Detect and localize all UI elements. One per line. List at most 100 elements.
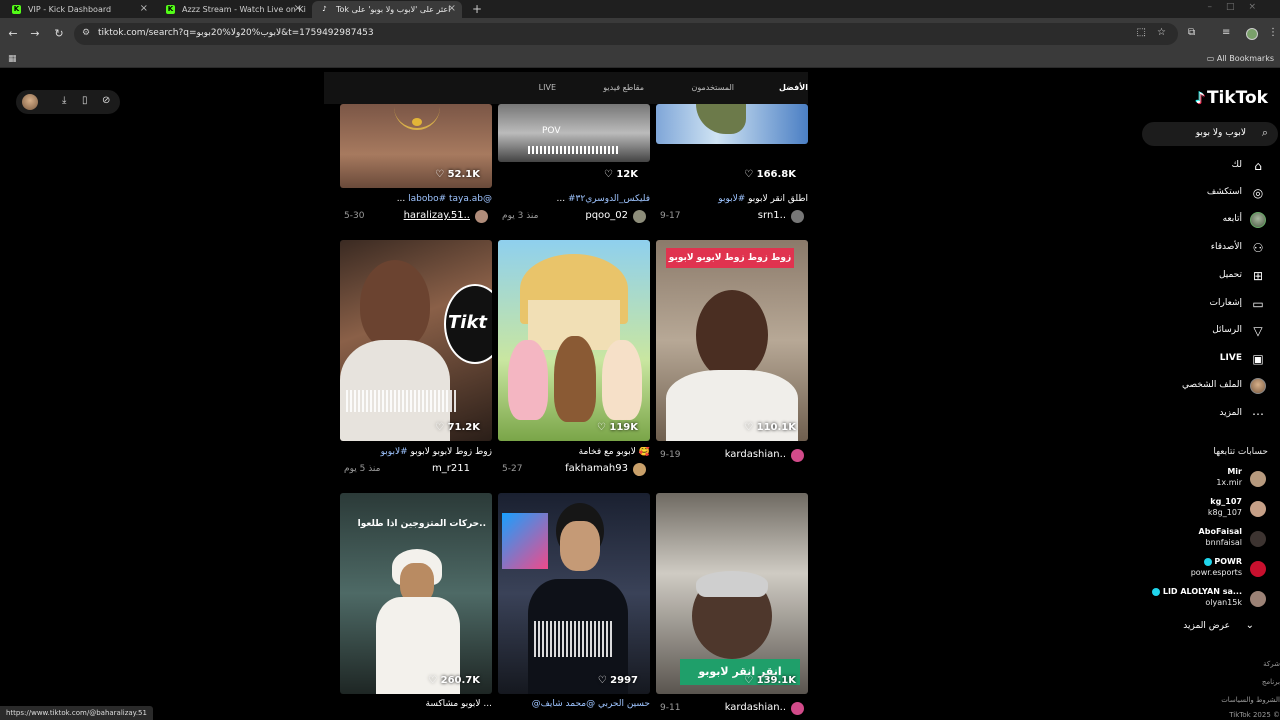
caption-hashtag[interactable]: labobo# taya.ab@ (408, 194, 492, 204)
extensions-icon[interactable]: ⧉ (1188, 27, 1195, 38)
sidebar-item-upload[interactable]: تحميل ⊞ (1128, 267, 1268, 287)
tab-users[interactable]: المستخدمون (692, 83, 735, 92)
download-icon[interactable]: ⤓ (62, 95, 66, 106)
site-info-icon[interactable]: ⚙ (82, 28, 90, 38)
caption-text: لابوبو مع فخامة 🥰 (578, 447, 650, 457)
video-card[interactable]: POV (498, 104, 650, 162)
sidebar-item-live[interactable]: LIVE ▣ (1128, 350, 1268, 370)
user-avatar[interactable] (791, 210, 804, 223)
video-caption[interactable]: زوط زوط لابوبو لابوبو #لابوبو (340, 447, 492, 457)
followed-account[interactable]: AboFaisal bnnfaisal (1128, 527, 1268, 551)
footer-link[interactable]: برنامج (1220, 678, 1280, 686)
tiktok-logo[interactable]: ♪ TikTok (1195, 88, 1268, 108)
avatar[interactable] (22, 94, 38, 110)
account-name: POWR (1203, 557, 1242, 566)
install-icon[interactable]: ⬚ (1137, 27, 1146, 38)
video-meta: 5-27 fakhamah93 (498, 463, 650, 477)
video-card[interactable]: ♡ 119K (498, 240, 650, 441)
followed-account[interactable]: LID ALOLYAN sa... olyan15k (1128, 587, 1268, 611)
video-caption[interactable]: ... labobo# taya.ab@ (340, 194, 492, 204)
video-card-bottom[interactable]: ♡ 166.8K (656, 144, 808, 188)
phone-icon[interactable]: ▯ (82, 95, 88, 106)
following-accounts-header: حسابات تتابعها (1213, 447, 1268, 457)
reload-icon[interactable]: ↻ (52, 27, 66, 41)
video-username[interactable]: srn1.. (758, 210, 786, 221)
footer-link[interactable]: شركة (1220, 660, 1280, 668)
apps-grid-icon[interactable]: ▦ (8, 54, 17, 64)
video-card[interactable]: ♡ 52.1K (340, 104, 492, 188)
tab-top[interactable]: الأفضل (779, 83, 808, 92)
video-username[interactable]: kardashian.. (725, 702, 786, 713)
sidebar-item-more[interactable]: المزيد ⋯ (1128, 405, 1268, 425)
account-name: Mir (1227, 467, 1242, 476)
search-input[interactable]: لابوب ولا بوبو ⌕ (1142, 122, 1278, 146)
sidebar-item-notifications[interactable]: إشعارات ▭ (1128, 295, 1268, 315)
user-avatar[interactable] (791, 449, 804, 462)
bookmark-star-icon[interactable]: ☆ (1157, 27, 1166, 38)
user-avatar[interactable] (475, 210, 488, 223)
sidebar-item-friends[interactable]: الأصدقاء ⚇ (1128, 239, 1268, 259)
address-bar[interactable]: ⚙ tiktok.com/search?q=لابوب%20ولا%20بوبو… (74, 23, 1178, 45)
avatar (1250, 471, 1266, 487)
sidebar-item-explore[interactable]: استكشف ◎ (1128, 184, 1268, 204)
followed-account[interactable]: Mir 1x.mir (1128, 467, 1268, 491)
sidebar-item-label: المزيد (1219, 408, 1242, 418)
media-icon[interactable]: ≡ (1222, 27, 1230, 38)
video-caption[interactable]: ... #فليكس_الدوسري٣٢ (498, 194, 651, 204)
user-avatar[interactable] (791, 702, 804, 715)
video-card[interactable]: زوط زوط زوط لابوبو لابوبو ♡ 110.1K (656, 240, 808, 441)
sidebar-item-foryou[interactable]: لك ⌂ (1128, 157, 1268, 177)
followed-account[interactable]: kg_107 k8g_107 (1128, 497, 1268, 521)
tab-tiktok-search[interactable]: ♪ Tok اعثر على 'لابوب ولا بوبو' على × (312, 1, 462, 18)
all-bookmarks-button[interactable]: ▭ All Bookmarks (1207, 54, 1274, 63)
tab-azzz-stream[interactable]: K Azzz Stream - Watch Live on Ki × (158, 1, 308, 18)
forward-icon[interactable]: → (28, 27, 42, 41)
caption-hashtag[interactable]: @حسين الحربي @محمد شايف (532, 699, 650, 709)
tab-videos[interactable]: مقاطع فيديو (603, 83, 644, 92)
video-username[interactable]: fakhamah93 (565, 463, 628, 474)
video-caption[interactable]: لابوبو مشاكسة ... (340, 699, 493, 709)
tab-live[interactable]: LIVE (539, 83, 556, 92)
followed-account[interactable]: POWR powr.esports (1128, 557, 1268, 581)
sidebar-item-profile[interactable]: الملف الشخصي (1128, 377, 1268, 397)
close-icon[interactable]: × (140, 3, 148, 14)
account-handle: olyan15k (1205, 598, 1242, 607)
video-date: 9-19 (660, 450, 681, 460)
video-card[interactable]: انقر انقر لابوبو ♡ 139.1K (656, 493, 808, 694)
close-icon[interactable]: × (294, 3, 302, 14)
menu-icon[interactable]: ⋮ (1268, 27, 1278, 38)
see-more-button[interactable]: عرض المزيد ⌄ (1128, 620, 1268, 634)
user-avatar[interactable] (633, 463, 646, 476)
search-icon[interactable]: ⌕ (1262, 126, 1268, 140)
video-caption[interactable]: اطلق انقر لابوبو #لابوبو (656, 194, 808, 204)
footer-link[interactable]: الشروط والسياسات (1220, 696, 1280, 704)
view-count-value: 139.1K (756, 675, 796, 686)
sidebar-item-following[interactable]: أتابعه (1128, 211, 1268, 231)
profile-avatar[interactable] (1246, 28, 1258, 40)
caption-hashtag[interactable]: #لابوبو (718, 194, 745, 204)
view-count: ♡ 110.1K (744, 422, 796, 433)
user-avatar[interactable] (633, 210, 646, 223)
video-caption[interactable]: لابوبو مع فخامة 🥰 (498, 447, 650, 457)
video-card[interactable]: ♡ 2997 (498, 493, 650, 694)
video-card[interactable]: Tikt ♡ 71.2K (340, 240, 492, 441)
back-icon[interactable]: ← (6, 27, 20, 41)
video-card[interactable] (656, 104, 808, 144)
video-username[interactable]: kardashian.. (725, 449, 786, 460)
compass-icon[interactable]: ⊘ (102, 95, 110, 106)
home-icon: ⌂ (1254, 159, 1262, 173)
new-tab-button[interactable]: + (468, 1, 486, 18)
sidebar-item-messages[interactable]: الرسائل ▽ (1128, 322, 1268, 342)
video-caption[interactable]: @حسين الحربي @محمد شايف (498, 699, 650, 709)
caption-hashtag[interactable]: #فليكس_الدوسري٣٢ (568, 194, 650, 204)
window-controls[interactable]: –□× (1207, 2, 1270, 12)
caption-hashtag[interactable]: #لابوبو (381, 447, 408, 457)
video-username[interactable]: haralizay.51.. (404, 210, 470, 221)
video-username[interactable]: m_r211 (432, 463, 470, 474)
close-icon[interactable]: × (448, 3, 456, 14)
video-username[interactable]: pqoo_02 (585, 210, 628, 221)
video-card[interactable]: حركات المتزوجين اذا طلعوا.. ♡ 260.7K (340, 493, 492, 694)
video-date: منذ 3 يوم (502, 211, 539, 221)
video-card-bottom[interactable]: ♡ 12K (498, 162, 650, 188)
tab-kick-dashboard[interactable]: K VIP - Kick Dashboard × (4, 1, 154, 18)
